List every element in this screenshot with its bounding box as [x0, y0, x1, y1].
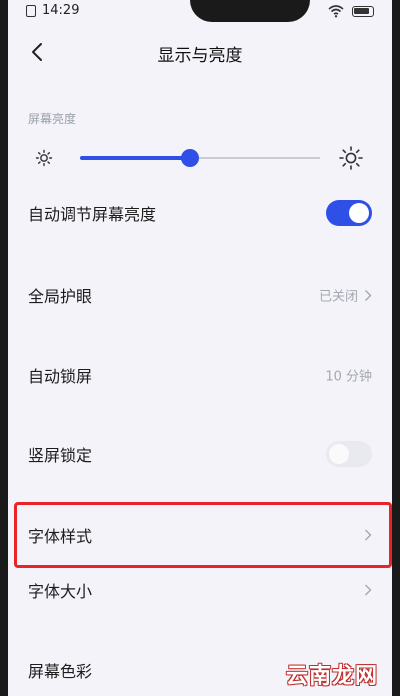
- toggle-knob: [349, 203, 369, 223]
- font-size-chevron: [364, 584, 372, 596]
- page-title: 显示与亮度: [157, 46, 243, 66]
- watermark-logo: 云南龙网: [285, 664, 378, 689]
- row-label: 自动调节屏幕亮度: [28, 205, 157, 224]
- status-time: 14:29: [42, 3, 80, 18]
- row-auto-lock[interactable]: 自动锁屏 10 分钟: [8, 347, 392, 403]
- chevron-right-icon: [365, 529, 372, 541]
- font-style-chevron: [364, 529, 372, 541]
- brightness-slider-thumb[interactable]: [181, 149, 200, 167]
- auto-brightness-toggle[interactable]: [326, 200, 372, 226]
- header: 显示与亮度: [8, 30, 392, 74]
- row-label: 自动锁屏: [28, 367, 93, 386]
- brightness-section-label: 屏幕亮度: [28, 112, 77, 126]
- camera-notch: [190, 0, 310, 22]
- row-label: 字体样式: [28, 527, 93, 546]
- wifi-icon: [328, 5, 344, 18]
- row-font-size[interactable]: 字体大小: [8, 562, 392, 618]
- chevron-right-icon: [365, 289, 372, 301]
- sun-large-icon: [339, 146, 363, 170]
- brightness-slider-fill: [80, 156, 191, 160]
- row-value-text: 已关闭: [318, 289, 358, 305]
- row-eye-care[interactable]: 全局护眼 已关闭: [8, 267, 392, 323]
- row-value-text: 10 分钟: [325, 369, 372, 385]
- sun-small-icon: [35, 149, 53, 167]
- toggle-knob: [329, 444, 349, 464]
- eye-care-value: 已关闭: [319, 286, 372, 305]
- row-label: 字体大小: [28, 582, 93, 601]
- sim-icon: [26, 5, 36, 17]
- auto-lock-value: 10 分钟: [325, 366, 372, 385]
- brightness-slider-track[interactable]: [80, 149, 320, 167]
- row-label: 全局护眼: [28, 287, 93, 306]
- chevron-right-icon: [365, 584, 372, 596]
- portrait-lock-toggle[interactable]: [326, 441, 372, 467]
- row-label: 屏幕色彩: [28, 662, 93, 681]
- row-label: 竖屏锁定: [28, 446, 93, 465]
- row-portrait-lock[interactable]: 竖屏锁定: [8, 426, 392, 482]
- row-auto-brightness[interactable]: 自动调节屏幕亮度: [8, 185, 392, 241]
- brightness-slider-row: [8, 140, 392, 176]
- row-font-style[interactable]: 字体样式: [8, 507, 392, 563]
- battery-icon: [352, 6, 374, 17]
- settings-screen: 14:29 显示与亮度 屏幕亮度 自动调节屏幕亮度 全局护眼 已关闭 自动锁屏 …: [8, 0, 392, 696]
